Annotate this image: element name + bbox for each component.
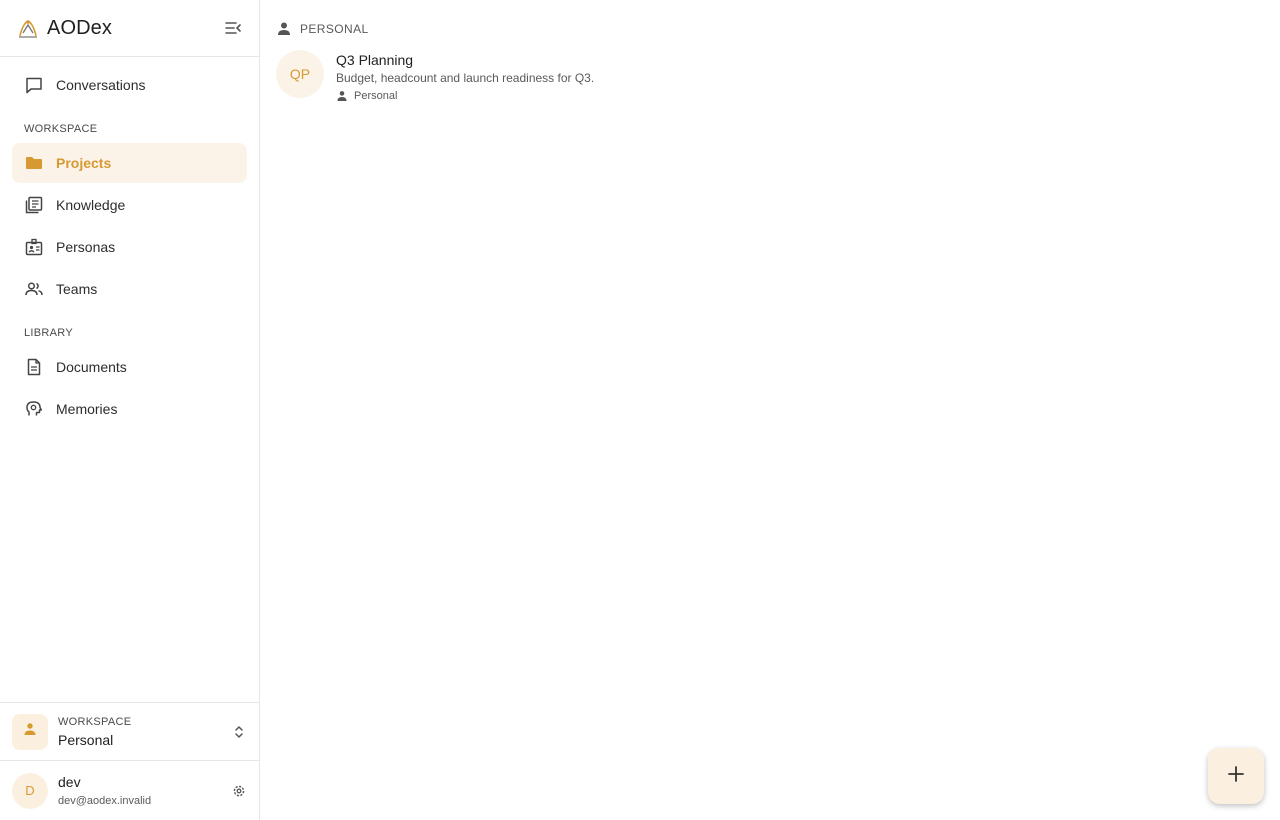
sidebar-nav: Conversations WORKSPACE Projects Knowled…: [0, 57, 259, 702]
project-title: Q3 Planning: [336, 52, 414, 68]
sidebar-item-label: Teams: [56, 281, 98, 297]
sidebar-item-label: Memories: [56, 401, 118, 417]
project-card[interactable]: QP Q3 Planning Budget, headcount and lau…: [276, 50, 1264, 102]
sidebar-item-documents[interactable]: Documents: [12, 347, 247, 387]
sidebar-item-knowledge[interactable]: Knowledge: [12, 185, 247, 225]
sidebar-item-memories[interactable]: Memories: [12, 389, 247, 429]
collapse-sidebar-icon[interactable]: [223, 18, 243, 38]
brain-icon: [24, 399, 44, 419]
avatar[interactable]: D: [12, 772, 48, 809]
gear-icon[interactable]: [231, 783, 247, 799]
main-content: PERSONAL QP Q3 Planning Budget, headcoun…: [260, 0, 1280, 820]
user-name: dev: [58, 774, 81, 790]
sidebar-header: AODex: [0, 0, 259, 57]
user-text: dev dev@aodex.invalid: [58, 774, 151, 807]
plus-icon: [1227, 765, 1245, 788]
person-icon: [23, 722, 37, 741]
group-icon: [24, 279, 44, 299]
group-title: PERSONAL: [300, 22, 369, 36]
document-icon: [24, 357, 44, 377]
app-title: AODex: [47, 16, 112, 39]
workspace-avatar: [12, 713, 48, 750]
sidebar-item-label: Projects: [56, 155, 112, 171]
user-email: dev@aodex.invalid: [58, 795, 152, 807]
chat-icon: [24, 75, 44, 95]
folder-icon: [24, 153, 44, 173]
project-avatar: QP: [276, 50, 324, 98]
add-project-button[interactable]: [1208, 748, 1264, 804]
group-header: PERSONAL: [276, 20, 1264, 38]
workspace-label: WORKSPACE: [58, 715, 132, 728]
user-profile: D dev dev@aodex.invalid: [0, 760, 259, 820]
badge-icon: [24, 237, 44, 257]
sidebar-item-label: Documents: [56, 359, 127, 375]
project-tag: Personal: [336, 90, 594, 102]
person-icon: [276, 21, 292, 37]
project-description: Budget, headcount and launch readiness f…: [336, 71, 595, 85]
library-icon: [24, 195, 44, 215]
person-icon: [336, 90, 348, 102]
sidebar-item-label: Knowledge: [56, 197, 126, 213]
sidebar-item-teams[interactable]: Teams: [12, 269, 247, 309]
sidebar-item-label: Personas: [56, 239, 116, 255]
project-text: Q3 Planning Budget, headcount and launch…: [336, 50, 594, 102]
workspace-text: WORKSPACE Personal: [58, 716, 131, 748]
project-tag-label: Personal: [354, 90, 398, 102]
chevron-up-down-icon: [233, 723, 245, 741]
workspace-name: Personal: [58, 731, 114, 748]
section-label-library: LIBRARY: [24, 327, 73, 339]
app-root: AODex Conversations WORKSPACE Projects K…: [0, 0, 1280, 820]
workspace-switcher[interactable]: WORKSPACE Personal: [0, 702, 259, 760]
section-label-workspace: WORKSPACE: [24, 123, 98, 135]
sidebar-item-personas[interactable]: Personas: [12, 227, 247, 267]
sidebar-item-conversations[interactable]: Conversations: [12, 65, 247, 105]
bird-logo-icon: [16, 16, 40, 40]
sidebar-item-label: Conversations: [56, 77, 146, 93]
sidebar-item-projects[interactable]: Projects: [12, 143, 247, 183]
sidebar: AODex Conversations WORKSPACE Projects K…: [0, 0, 260, 820]
